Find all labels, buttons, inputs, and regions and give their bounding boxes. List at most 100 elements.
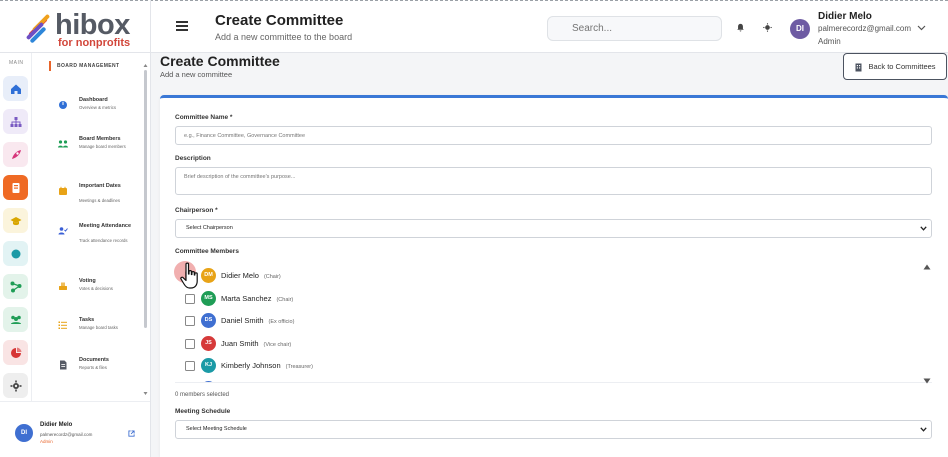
member-name: Didier Melo (Chair) [221,271,281,280]
hibox-logo[interactable]: hibox for nonprofits [24,9,154,49]
document-icon [60,360,67,370]
network-icon [10,281,21,292]
member-avatar: JS [201,335,216,351]
back-button-label: Back to Committees [868,62,936,71]
page-title: Create Committee [160,53,280,69]
search-input[interactable] [547,16,722,41]
hand-cursor-icon [180,262,198,289]
member-name: Kimberly Johnson (Treasurer) [221,361,313,370]
member-row[interactable]: KJ Kimberly Johnson (Treasurer) [185,357,485,375]
sidebar-item-desc: Votes & decisions [79,286,113,291]
sidebar: BOARD MANAGEMENT Dashboard Overview & met… [32,53,150,401]
chevron-down-icon [920,226,927,231]
members-scroll-up-icon[interactable] [923,264,931,270]
sidebar-scroll-thumb[interactable] [144,70,147,328]
member-checkbox[interactable] [185,338,195,349]
rail-item-board[interactable] [3,175,28,200]
member-checkbox[interactable] [185,316,195,326]
member-avatar: DS [201,313,216,328]
menu-toggle-icon[interactable] [176,21,188,31]
rail-item-org-chart[interactable] [3,109,28,134]
theme-toggle-icon[interactable] [763,23,772,32]
home-icon [10,84,21,94]
external-link-icon[interactable] [128,430,135,437]
page-subtitle: Add a new committee [160,70,233,79]
rail-item-pie-chart[interactable] [3,340,28,365]
members-icon [58,140,68,148]
chairperson-select-value: Select Chairperson [186,225,233,231]
user-avatar[interactable]: DI [790,19,810,39]
org-chart-icon [10,116,21,127]
meeting-schedule-select[interactable]: Select Meeting Schedule [175,420,932,439]
footer-avatar[interactable]: DI [15,424,33,442]
rocket-icon [11,149,21,159]
notification-bell-icon[interactable] [736,23,745,32]
rail-item-home[interactable] [3,76,28,101]
member-row[interactable]: DS Daniel Smith (Ex officio) [185,312,485,330]
sidebar-item-desc: Meetings & deadlines [79,198,121,203]
rail-item-graduation[interactable] [3,208,28,233]
footer-user-role: Admin [40,439,53,444]
team-icon [10,315,21,324]
member-checkbox[interactable] [185,361,195,371]
rail-item-circle[interactable] [3,241,28,266]
committee-name-label: Committee Name * [175,114,233,121]
user-name: Didier Melo [818,11,872,22]
tasks-icon [58,321,67,329]
sidebar-item-desc: Reports & files [79,365,107,370]
member-role: (Vice chair) [263,341,292,348]
member-name: Daniel Smith (Ex officio) [221,316,295,325]
sidebar-item-title: Voting [79,278,96,284]
back-to-committees-button[interactable]: Back to Committees [843,53,947,80]
user-email: palmerecordz@gmail.com [818,24,912,33]
member-row[interactable]: JS Juan Smith (Vice chair) [185,335,485,353]
rail-item-team[interactable] [3,307,28,332]
top-header: hibox for nonprofits Create Committee Ad… [0,0,948,53]
member-name: Juan Smith (Vice chair) [221,338,292,348]
sidebar-item-title: Tasks [79,317,95,323]
meeting-schedule-select-value: Select Meeting Schedule [186,426,247,432]
sidebar-item-title: Meeting Attendance [79,223,132,229]
rail-item-network[interactable] [3,274,28,299]
footer-user-email: palmerecordz@gmail.com [40,432,93,437]
chairperson-label: Chairperson * [175,207,218,214]
board-icon [12,182,19,193]
user-menu-chevron-icon[interactable] [917,25,926,31]
sidebar-item-desc: Overview & metrics [79,105,117,110]
sidebar-divider [150,0,151,457]
members-selected-count: 0 members selected [175,392,230,398]
member-role: (Chair) [276,296,294,303]
header-title: Create Committee [215,12,344,29]
members-scroll-down-icon[interactable] [923,378,931,384]
settings-icon [10,380,21,391]
committee-members-label: Committee Members [175,248,239,255]
description-label: Description [175,155,211,162]
member-avatar: KJ [201,358,216,373]
attendance-icon [58,227,68,235]
sidebar-item-title: Board Members [79,136,121,142]
sidebar-item-desc: Manage board members [79,144,126,149]
calendar-icon [59,186,67,195]
rail-item-rocket[interactable] [3,142,28,167]
member-row[interactable]: DM Didier Melo (Chair) [185,267,485,285]
circle-icon [11,249,20,258]
description-textarea[interactable] [175,167,932,195]
member-name: Marta Sanchez (Chair) [221,293,294,303]
sidebar-section-title: BOARD MANAGEMENT [49,61,145,71]
sidebar-item-title: Documents [79,357,109,363]
member-checkbox[interactable] [185,293,195,304]
rail-item-settings[interactable] [3,373,28,398]
vote-icon [59,282,67,290]
building-icon [855,63,862,72]
member-role: (Ex officio) [268,319,295,325]
create-committee-form: Committee Name * Description Chairperson… [160,95,948,457]
member-avatar: DM [201,268,216,283]
dashboard-icon [59,101,67,109]
user-role: Admin [818,37,841,46]
member-role: (Chair) [263,274,281,280]
member-avatar [201,380,216,382]
rail-section-label: MAIN [9,60,24,66]
chairperson-select[interactable]: Select Chairperson [175,219,932,238]
committee-name-input[interactable] [175,126,932,145]
member-row[interactable]: MS Marta Sanchez (Chair) [185,290,485,308]
